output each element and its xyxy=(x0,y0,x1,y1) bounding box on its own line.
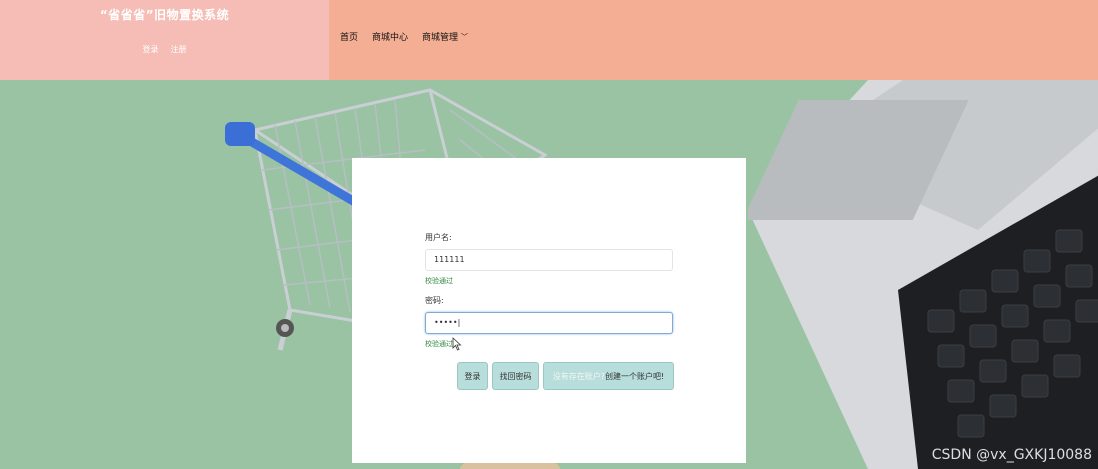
laptop-image xyxy=(748,80,1098,469)
username-valid-text: 校验通过 xyxy=(425,277,453,285)
watermark-text: CSDN @vx_GXKJ10088 xyxy=(931,447,1092,463)
password-value: •••••| xyxy=(434,318,461,327)
nav-item-manage-label: 商城管理 xyxy=(422,33,459,43)
action-buttons: 登录 找回密码 没有存在账户? 创建一个账户吧! xyxy=(457,362,674,390)
nav-item-home[interactable]: 首页 xyxy=(340,30,358,43)
password-input[interactable]: •••••| xyxy=(425,312,673,334)
register-prefix: 没有存在账户? xyxy=(552,371,606,381)
username-value: 111111 xyxy=(434,255,465,264)
nav-item-mall[interactable]: 商城中心 xyxy=(372,30,408,43)
login-button[interactable]: 登录 xyxy=(457,362,488,390)
register-link[interactable]: 注册 xyxy=(171,44,187,55)
register-main: 创建一个账户吧! xyxy=(605,371,665,381)
password-label: 密码: xyxy=(425,296,444,305)
auth-links: 登录 注册 xyxy=(0,44,329,55)
top-header: “省省省”旧物置换系统 登录 注册 首页 商城中心 商城管理 ﹀ xyxy=(0,0,1098,80)
password-valid-text: 校验通过 xyxy=(425,340,453,348)
username-label: 用户名: xyxy=(425,233,452,242)
create-account-button[interactable]: 没有存在账户? 创建一个账户吧! xyxy=(543,362,674,390)
login-form: 用户名: 111111 校验通过 密码: •••••| 校验通过 xyxy=(425,232,673,349)
brand-area: “省省省”旧物置换系统 登录 注册 xyxy=(0,0,329,80)
site-title: “省省省”旧物置换系统 xyxy=(99,8,230,22)
nav-item-manage[interactable]: 商城管理 ﹀ xyxy=(422,30,468,43)
main-nav: 首页 商城中心 商城管理 ﹀ xyxy=(340,30,468,43)
forgot-password-button[interactable]: 找回密码 xyxy=(492,362,539,390)
mouse-pointer-icon xyxy=(452,337,462,351)
login-link[interactable]: 登录 xyxy=(143,44,159,55)
chevron-down-icon: ﹀ xyxy=(461,33,469,41)
login-panel: 用户名: 111111 校验通过 密码: •••••| 校验通过 登录 找回密码… xyxy=(352,158,746,463)
username-input[interactable]: 111111 xyxy=(425,249,673,271)
